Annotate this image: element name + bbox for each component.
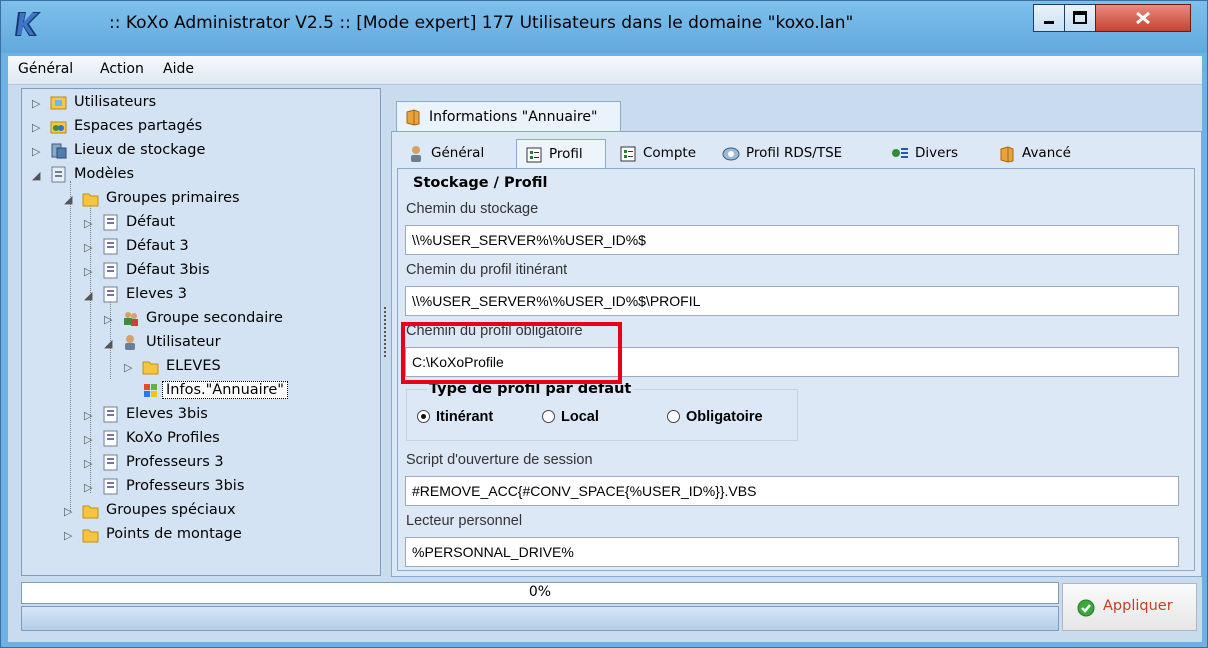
user-icon	[125, 335, 135, 350]
radio-unchecked-icon	[667, 410, 680, 423]
expander-icon[interactable]: ◢	[104, 337, 112, 350]
expander-icon[interactable]: ▷	[124, 361, 132, 374]
label-lecteur-personnel: Lecteur personnel	[406, 513, 523, 529]
label-script-ouverture: Script d'ouverture de session	[406, 452, 593, 468]
document-icon	[103, 262, 118, 279]
tab-informations-annuaire[interactable]: Informations "Annuaire"	[396, 101, 621, 133]
expander-icon[interactable]: ▷	[84, 457, 92, 470]
account-icon	[620, 146, 636, 162]
expander-icon[interactable]: ▷	[84, 481, 92, 494]
expander-icon[interactable]: ▷	[64, 529, 72, 542]
radio-unchecked-icon	[542, 410, 555, 423]
book-icon	[406, 109, 420, 126]
minimize-icon	[1044, 21, 1054, 24]
folder-icon	[82, 193, 99, 207]
expander-icon[interactable]: ▷	[84, 241, 92, 254]
expander-icon[interactable]: ▷	[32, 145, 40, 158]
document-icon	[103, 478, 118, 495]
app-window: :: KoXo Administrator V2.5 :: [Mode expe…	[0, 0, 1208, 648]
tab-compte[interactable]: Compte	[619, 139, 709, 169]
document-icon	[103, 454, 118, 471]
minimize-button[interactable]	[1033, 4, 1065, 32]
document-icon	[103, 286, 118, 303]
shared-spaces-icon	[50, 121, 67, 134]
document-icon	[103, 406, 118, 423]
splitter-grip	[384, 307, 388, 357]
close-icon	[1136, 11, 1150, 25]
folder-icon	[82, 529, 99, 543]
apply-button[interactable]: Appliquer	[1062, 583, 1197, 631]
rds-icon	[722, 147, 740, 161]
tab-profil-rds-tse[interactable]: Profil RDS/TSE	[722, 139, 862, 169]
checkmark-icon	[1077, 599, 1095, 617]
menu-aide[interactable]: Aide	[163, 61, 194, 77]
menu-action[interactable]: Action	[100, 61, 144, 77]
expander-icon[interactable]: ◢	[84, 289, 92, 302]
label-chemin-stockage: Chemin du stockage	[406, 201, 539, 217]
maximize-button[interactable]	[1064, 4, 1096, 32]
expander-icon[interactable]: ▷	[32, 97, 40, 110]
progress-text: 0%	[528, 584, 552, 600]
expander-icon[interactable]: ▷	[84, 409, 92, 422]
templates-icon	[51, 166, 66, 183]
tab-divers[interactable]: Divers	[891, 139, 981, 169]
maximize-icon	[1073, 11, 1087, 24]
tree-connector	[70, 181, 71, 511]
menu-general[interactable]: Général	[18, 61, 73, 77]
users-folder-icon	[50, 96, 67, 110]
expander-icon[interactable]: ▷	[104, 313, 112, 326]
folder-icon	[142, 361, 159, 375]
expander-icon[interactable]: ▷	[84, 433, 92, 446]
close-button[interactable]	[1095, 4, 1191, 32]
group-icon	[124, 312, 138, 326]
expander-icon[interactable]: ▷	[84, 265, 92, 278]
label-chemin-profil-itinerant: Chemin du profil itinérant	[406, 262, 568, 278]
advanced-icon	[1000, 146, 1014, 163]
user-icon	[411, 146, 421, 162]
window-title: :: KoXo Administrator V2.5 :: [Mode expe…	[109, 13, 854, 33]
document-icon	[103, 238, 118, 255]
expander-icon[interactable]: ▷	[32, 121, 40, 134]
templates-tree[interactable]: ▷ Utilisateurs ▷ Espaces partagés ▷ Lieu…	[21, 88, 381, 576]
personal-drive-input[interactable]: %PERSONNAL_DRIVE%	[405, 537, 1179, 567]
storage-path-input[interactable]: \\%USER_SERVER%\%USER_ID%$	[405, 225, 1179, 255]
misc-icon	[892, 148, 908, 158]
profile-icon	[526, 147, 542, 163]
expander-icon[interactable]: ◢	[64, 193, 72, 206]
expander-icon[interactable]: ▷	[64, 505, 72, 518]
expander-icon[interactable]: ◢	[32, 169, 40, 182]
radio-checked-icon	[417, 410, 430, 423]
roaming-profile-input[interactable]: \\%USER_SERVER%\%USER_ID%$\PROFIL	[405, 286, 1179, 316]
progress-bar: 0%	[21, 582, 1059, 604]
document-icon	[103, 214, 118, 231]
storage-icon	[51, 143, 67, 159]
group-title-stockage-profil: Stockage / Profil	[413, 175, 548, 191]
tab-general[interactable]: Général	[407, 139, 511, 169]
logon-script-input[interactable]: #REMOVE_ACC{#CONV_SPACE{%USER_ID%}}.VBS	[405, 476, 1179, 506]
koxo-logo-icon	[15, 12, 41, 36]
highlight-annotation	[401, 322, 622, 384]
title-bar[interactable]: :: KoXo Administrator V2.5 :: [Mode expe…	[1, 1, 1207, 53]
document-icon	[103, 430, 118, 447]
tab-profil[interactable]: Profil	[516, 139, 606, 169]
tab-avance[interactable]: Avancé	[998, 139, 1088, 169]
menu-bar: Général Action Aide	[8, 56, 1202, 85]
folder-icon	[82, 505, 99, 519]
windows-logo-icon	[144, 384, 157, 397]
status-bar	[21, 606, 1059, 631]
client-area: ▷ Utilisateurs ▷ Espaces partagés ▷ Lieu…	[8, 85, 1202, 642]
expander-icon[interactable]: ▷	[84, 217, 92, 230]
